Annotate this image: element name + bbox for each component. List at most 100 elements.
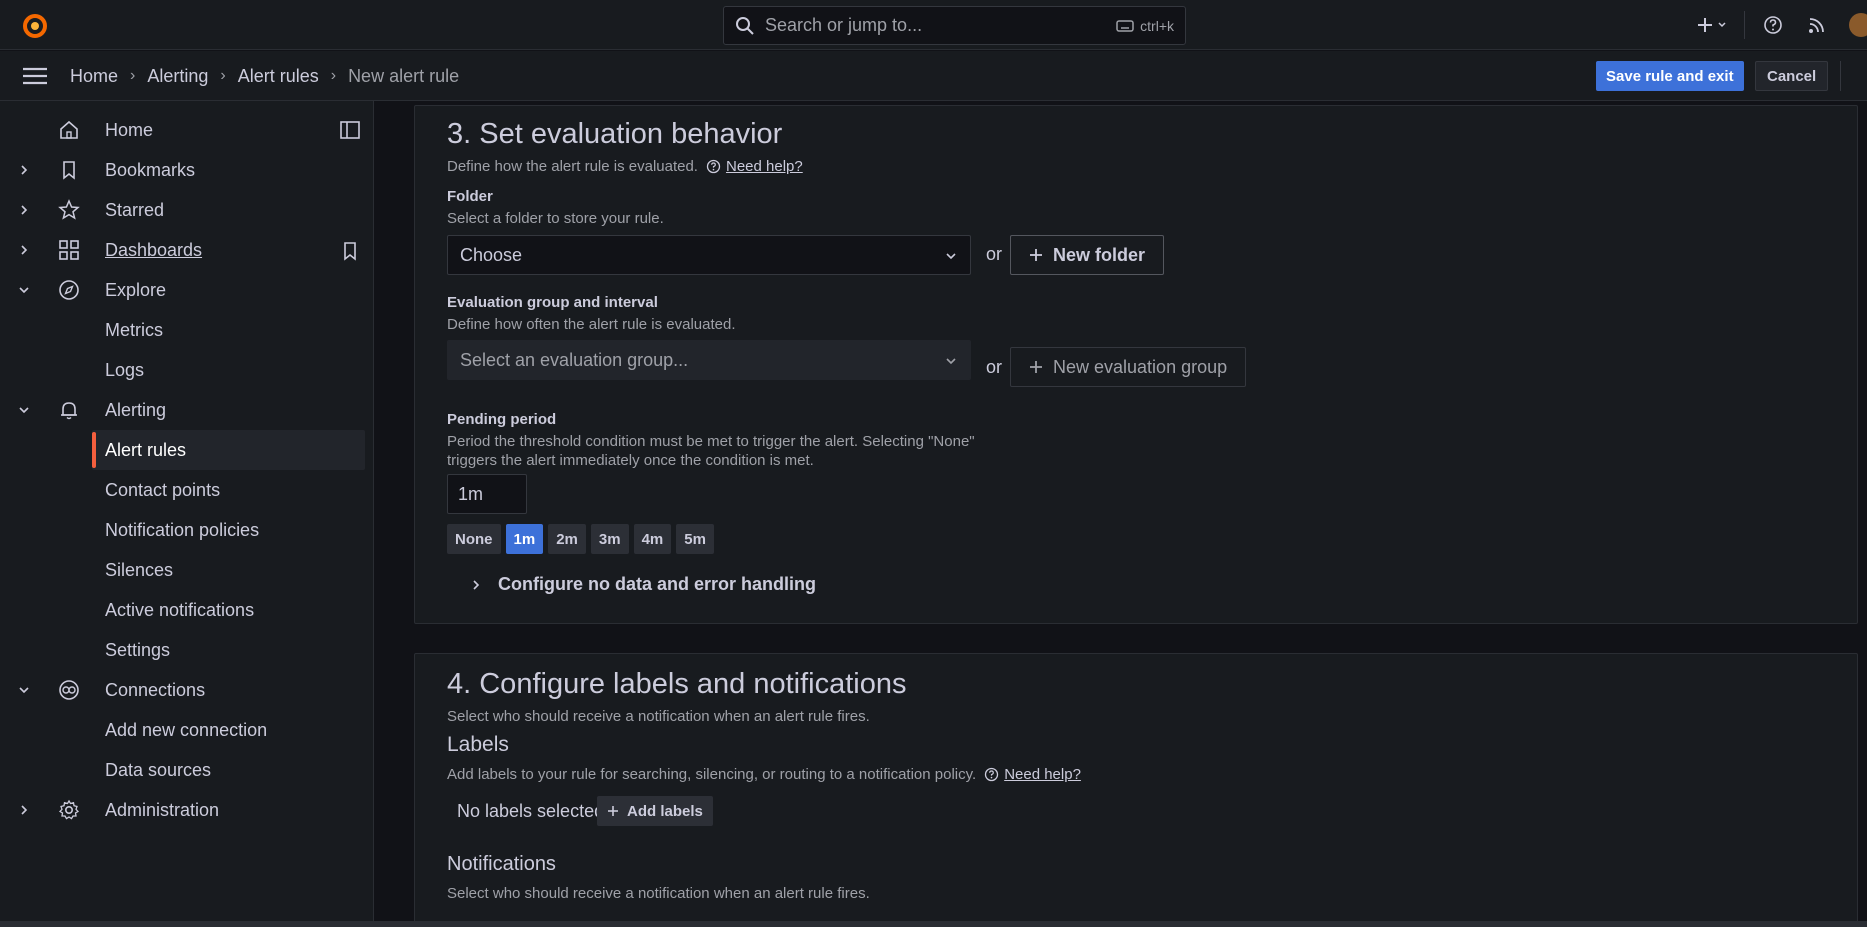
help-link[interactable]: Need help? [706, 158, 803, 175]
breadcrumb-current: New alert rule [348, 65, 460, 86]
sidebar-item-contact-points[interactable]: Contact points [0, 470, 365, 510]
news-button[interactable] [1799, 7, 1835, 43]
chevron-down-icon[interactable] [17, 283, 31, 297]
sidebar-item-logs[interactable]: Logs [0, 350, 365, 390]
dashboards-icon [59, 240, 79, 260]
no-data-error-handling-toggle[interactable]: Configure no data and error handling [470, 574, 816, 595]
evaluation-group-select[interactable]: Select an evaluation group... [447, 340, 971, 380]
dock-menu-icon[interactable] [339, 119, 361, 141]
pending-option-3m[interactable]: 3m [590, 524, 629, 554]
menu-icon[interactable] [22, 65, 48, 87]
sidebar-item-label: Explore [105, 279, 167, 300]
section-description: Define how the alert rule is evaluated. … [447, 158, 803, 175]
pending-period-options: None 1m 2m 3m 4m 5m [447, 524, 714, 554]
pending-option-2m[interactable]: 2m [548, 524, 586, 554]
labels-title: Labels [447, 733, 509, 756]
sidebar-item-connections[interactable]: Connections [0, 670, 365, 710]
chevron-right-icon: › [330, 67, 337, 84]
pending-option-none[interactable]: None [447, 524, 501, 554]
sidebar-item-add-new-connection[interactable]: Add new connection [0, 710, 365, 750]
sidebar-item-metrics[interactable]: Metrics [0, 310, 365, 350]
chevron-down-icon[interactable] [17, 403, 31, 417]
help-link[interactable]: Need help? [984, 766, 1081, 783]
chevron-down-icon [946, 253, 956, 260]
pending-period-input[interactable]: 1m [447, 474, 527, 514]
evaluation-group-select-value: Select an evaluation group... [460, 349, 689, 370]
notifications-description: Select who should receive a notification… [447, 885, 870, 902]
add-new-button[interactable] [1690, 7, 1734, 43]
help-icon [706, 159, 721, 174]
sidebar-item-active-notifications[interactable]: Active notifications [0, 590, 365, 630]
bookmark-icon[interactable] [339, 240, 361, 262]
pending-option-1m[interactable]: 1m [505, 524, 544, 554]
top-bar: Search or jump to... ctrl+k [0, 0, 1867, 50]
breadcrumb-alert-rules[interactable]: Alert rules [238, 66, 319, 87]
cancel-button[interactable]: Cancel [1755, 61, 1829, 91]
sidebar-item-label: Add new connection [105, 719, 268, 740]
sidebar-item-silences[interactable]: Silences [0, 550, 365, 590]
plus-icon [1030, 249, 1042, 261]
pending-period-label: Pending period [447, 411, 557, 428]
bell-icon [61, 402, 77, 420]
help-button[interactable] [1755, 7, 1791, 43]
sidebar-item-settings[interactable]: Settings [0, 630, 365, 670]
help-link-text[interactable]: Need help? [726, 158, 803, 175]
sidebar-item-data-sources[interactable]: Data sources [0, 750, 365, 790]
sidebar-item-label: Metrics [105, 319, 163, 340]
sidebar-item-notification-policies[interactable]: Notification policies [0, 510, 365, 550]
sidebar-item-label: Contact points [105, 479, 221, 500]
add-labels-button[interactable]: Add labels [597, 796, 713, 826]
chevron-right-icon[interactable] [17, 803, 31, 817]
home-icon [60, 120, 78, 139]
sidebar-item-alerting[interactable]: Alerting [0, 390, 365, 430]
avatar[interactable] [1849, 13, 1867, 37]
no-data-error-handling-label: Configure no data and error handling [498, 574, 817, 594]
grafana-logo-icon[interactable] [21, 12, 49, 40]
search-input[interactable]: Search or jump to... ctrl+k [723, 6, 1186, 45]
chevron-right-icon[interactable] [17, 163, 31, 177]
sidebar-item-label: Active notifications [105, 599, 255, 620]
new-evaluation-group-button[interactable]: New evaluation group [1010, 347, 1247, 387]
chevron-right-icon: › [220, 67, 226, 84]
connections-icon [59, 680, 79, 700]
section-title: 4. Configure labels and notifications [447, 668, 907, 700]
plus-icon [1698, 18, 1712, 32]
rss-icon [1809, 18, 1824, 33]
pending-period-description-1: Period the threshold condition must be m… [447, 433, 975, 450]
labels-notifications-section: 4. Configure labels and notifications Se… [414, 653, 1858, 927]
new-folder-button[interactable]: New folder [1010, 235, 1165, 275]
sidebar-item-administration[interactable]: Administration [0, 790, 365, 830]
section-title: 3. Set evaluation behavior [447, 118, 783, 150]
search-icon [736, 16, 754, 35]
folder-select[interactable]: Choose [447, 235, 971, 275]
chevron-right-icon[interactable] [17, 203, 31, 217]
keyboard-icon [1116, 19, 1134, 32]
sidebar-item-home[interactable]: Home [0, 110, 365, 150]
breadcrumb-home[interactable]: Home [70, 66, 118, 87]
search-placeholder: Search or jump to... [765, 15, 923, 35]
sidebar-item-dashboards[interactable]: Dashboards [0, 230, 365, 270]
chevron-down-icon [946, 358, 956, 365]
sidebar-item-label: Logs [105, 359, 145, 380]
sidebar-item-starred[interactable]: Starred [0, 190, 365, 230]
sidebar-item-label: Bookmarks [105, 159, 196, 180]
pending-option-4m[interactable]: 4m [633, 524, 672, 554]
folder-label: Folder [447, 188, 493, 205]
notifications-title: Notifications [447, 853, 556, 875]
horizontal-scrollbar[interactable] [0, 921, 1867, 927]
search-shortcut-text: ctrl+k [1140, 17, 1174, 34]
chevron-down-icon[interactable] [17, 683, 31, 697]
sidebar-item-explore[interactable]: Explore [0, 270, 365, 310]
breadcrumb-alerting[interactable]: Alerting [147, 66, 208, 87]
save-rule-button[interactable]: Save rule and exit [1596, 61, 1744, 91]
bookmark-icon [63, 161, 75, 180]
sidebar-item-bookmarks[interactable]: Bookmarks [0, 150, 365, 190]
help-link-text[interactable]: Need help? [1004, 766, 1081, 783]
divider [1744, 11, 1745, 39]
sidebar-item-label: Settings [105, 639, 171, 660]
evaluation-behavior-section: 3. Set evaluation behavior Define how th… [414, 105, 1858, 624]
pending-option-5m[interactable]: 5m [676, 524, 714, 554]
sidebar-item-alert-rules[interactable]: Alert rules [92, 430, 365, 470]
chevron-down-icon [1718, 22, 1726, 28]
chevron-right-icon[interactable] [17, 243, 31, 257]
